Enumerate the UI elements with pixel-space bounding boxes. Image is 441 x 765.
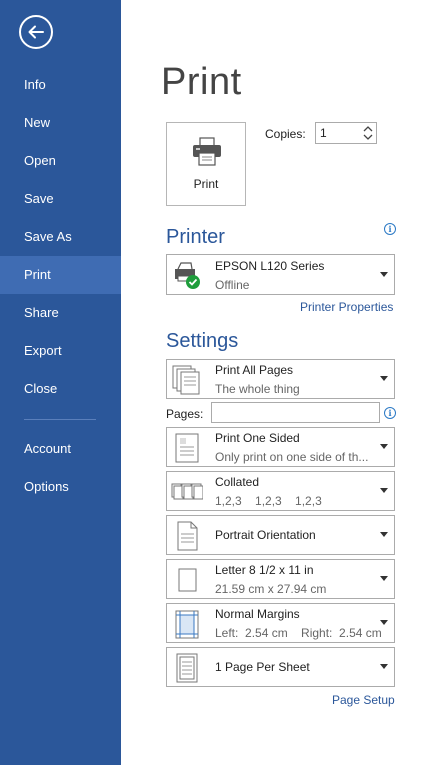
page-per-sheet-icon — [176, 653, 198, 683]
nav-save-as[interactable]: Save As — [0, 218, 121, 256]
chevron-down-icon — [380, 664, 388, 669]
nav-account[interactable]: Account — [0, 430, 121, 468]
printer-icon — [193, 137, 221, 166]
spin-down-icon[interactable] — [362, 133, 374, 142]
print-range-subtitle: The whole thing — [215, 382, 300, 396]
print-range-dropdown[interactable]: Print All Pages The whole thing — [166, 359, 395, 399]
portrait-icon — [177, 521, 198, 551]
printer-section-title: Printer — [166, 226, 225, 248]
sidebar-divider — [24, 419, 96, 420]
page-setup-link[interactable]: Page Setup — [332, 693, 395, 707]
copies-input[interactable] — [320, 125, 360, 141]
nav-export[interactable]: Export — [0, 332, 121, 370]
nav-close[interactable]: Close — [0, 370, 121, 408]
chevron-down-icon — [380, 376, 388, 381]
backstage-sidebar: Info New Open Save Save As Print Share E… — [0, 0, 121, 765]
copies-stepper — [315, 122, 377, 144]
page-title: Print — [161, 61, 242, 103]
nav-save[interactable]: Save — [0, 180, 121, 218]
nav-new[interactable]: New — [0, 104, 121, 142]
back-arrow-icon — [28, 25, 44, 39]
settings-section-title: Settings — [166, 330, 239, 352]
chevron-down-icon — [380, 576, 388, 581]
printer-dropdown[interactable]: EPSON L120 Series Offline — [166, 254, 395, 295]
spin-up-icon[interactable] — [362, 124, 374, 133]
nav-share[interactable]: Share — [0, 294, 121, 332]
paper-size-subtitle: 21.59 cm x 27.94 cm — [215, 582, 327, 596]
collation-subtitle: 1,2,3 1,2,3 1,2,3 — [215, 494, 322, 508]
printer-status: Offline — [215, 278, 250, 292]
margins-icon — [175, 610, 199, 639]
paper-icon — [178, 568, 197, 592]
sides-dropdown[interactable]: Print One Sided Only print on one side o… — [166, 427, 395, 467]
print-button-label: Print — [193, 177, 219, 191]
back-button[interactable] — [19, 15, 53, 49]
printer-properties-link[interactable]: Printer Properties — [300, 300, 393, 314]
chevron-down-icon — [380, 620, 388, 625]
margins-title: Normal Margins — [215, 607, 300, 621]
pages-per-sheet-dropdown[interactable]: 1 Page Per Sheet — [166, 647, 395, 687]
paper-size-dropdown[interactable]: Letter 8 1/2 x 11 in 21.59 cm x 27.94 cm — [166, 559, 395, 599]
info-icon[interactable]: i — [384, 407, 396, 419]
nav-info[interactable]: Info — [0, 66, 121, 104]
pages-input[interactable] — [211, 402, 380, 423]
print-panel: Print Print Copies: Printer i EPSON L120… — [121, 0, 441, 765]
printer-status-icon — [175, 262, 200, 289]
sides-subtitle: Only print on one side of th... — [215, 450, 369, 464]
sides-title: Print One Sided — [215, 431, 300, 445]
chevron-down-icon — [380, 444, 388, 449]
collated-icon — [171, 483, 203, 500]
pages-icon — [172, 365, 200, 395]
margins-subtitle: Left: 2.54 cm Right: 2.54 cm — [215, 626, 382, 640]
orientation-title: Portrait Orientation — [215, 528, 316, 542]
nav-open[interactable]: Open — [0, 142, 121, 180]
chevron-down-icon — [380, 532, 388, 537]
pages-per-sheet-title: 1 Page Per Sheet — [215, 660, 310, 674]
printer-name: EPSON L120 Series — [215, 259, 325, 273]
orientation-dropdown[interactable]: Portrait Orientation — [166, 515, 395, 555]
nav-print[interactable]: Print — [0, 256, 121, 294]
chevron-down-icon — [380, 272, 388, 277]
chevron-down-icon — [380, 488, 388, 493]
print-button[interactable]: Print — [166, 122, 246, 206]
print-range-title: Print All Pages — [215, 363, 294, 377]
collation-title: Collated — [215, 475, 260, 489]
margins-dropdown[interactable]: Normal Margins Left: 2.54 cm Right: 2.54… — [166, 603, 395, 643]
copies-label: Copies: — [265, 127, 306, 141]
one-sided-icon — [175, 433, 199, 463]
collation-dropdown[interactable]: Collated 1,2,3 1,2,3 1,2,3 — [166, 471, 395, 511]
info-icon[interactable]: i — [384, 223, 396, 235]
nav-options[interactable]: Options — [0, 468, 121, 506]
paper-size-title: Letter 8 1/2 x 11 in — [215, 563, 314, 577]
pages-label: Pages: — [166, 407, 204, 421]
